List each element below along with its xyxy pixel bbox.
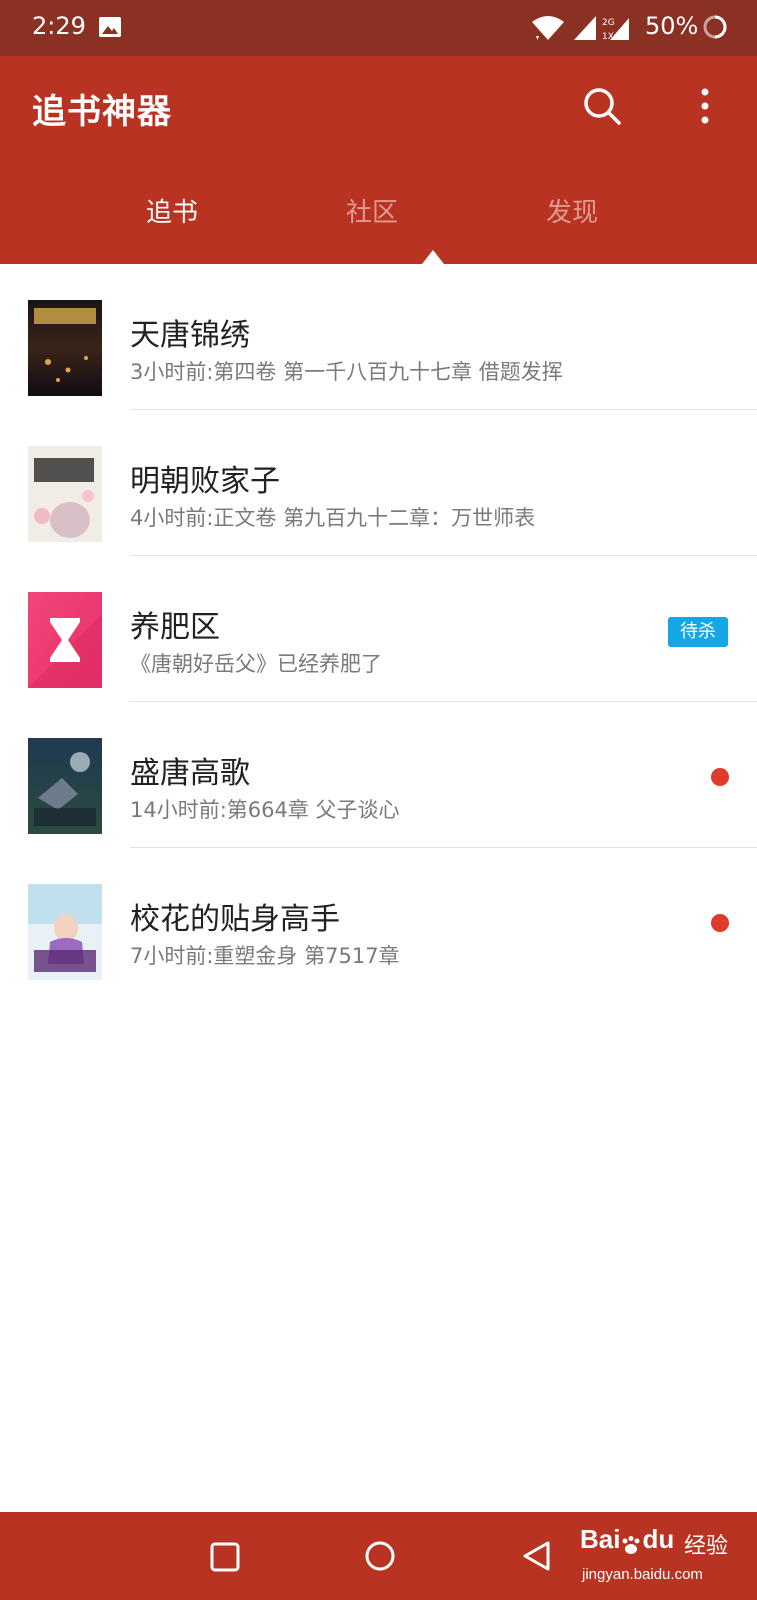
home-icon[interactable] bbox=[362, 1538, 398, 1574]
battery-percent: 50% bbox=[645, 12, 699, 40]
wifi-icon bbox=[532, 16, 564, 40]
svg-text:2G: 2G bbox=[602, 18, 615, 28]
tab-faxian[interactable]: 发现 bbox=[482, 192, 662, 229]
tab-zhuishu[interactable]: 追书 bbox=[82, 192, 262, 229]
unread-dot bbox=[711, 768, 729, 786]
book-title: 盛唐高歌 bbox=[130, 756, 250, 791]
signal-icon bbox=[574, 16, 596, 40]
back-icon[interactable] bbox=[520, 1538, 554, 1574]
watermark-url: jingyan.baidu.com bbox=[582, 1566, 703, 1583]
book-row-xiaohua[interactable]: 校花的贴身高手 7小时前:重塑金身 第7517章 bbox=[0, 848, 757, 994]
image-icon bbox=[99, 17, 121, 37]
book-update: 7小时前:重塑金身 第7517章 bbox=[130, 944, 400, 968]
book-row-yangfeiqu[interactable]: 养肥区 《唐朝好岳父》已经养肥了 待杀 bbox=[0, 556, 757, 702]
book-cover bbox=[28, 300, 102, 396]
battery-icon bbox=[703, 15, 727, 39]
book-title: 养肥区 bbox=[130, 610, 220, 645]
book-list: 天唐锦绣 3小时前:第四卷 第一千八百九十七章 借题发挥 明朝败家子 4小时前:… bbox=[0, 264, 757, 994]
search-icon[interactable] bbox=[582, 86, 622, 126]
book-cover bbox=[28, 884, 102, 980]
book-row-shengtang[interactable]: 盛唐高歌 14小时前:第664章 父子谈心 bbox=[0, 702, 757, 848]
book-update: 14小时前:第664章 父子谈心 bbox=[130, 798, 400, 822]
watermark-brand: Bai du bbox=[580, 1524, 675, 1555]
baidu-paw-icon bbox=[620, 1531, 642, 1555]
hourglass-icon bbox=[28, 592, 102, 688]
status-time: 2:29 bbox=[32, 12, 86, 40]
book-title: 校花的贴身高手 bbox=[130, 902, 340, 937]
more-vert-icon[interactable] bbox=[690, 86, 720, 126]
watermark-label: 经验 bbox=[684, 1534, 729, 1559]
tab-shequ[interactable]: 社区 bbox=[282, 192, 462, 229]
book-row-tiantang[interactable]: 天唐锦绣 3小时前:第四卷 第一千八百九十七章 借题发挥 bbox=[0, 264, 757, 410]
status-bar: 2:29 2G 1X 50% bbox=[0, 0, 757, 56]
book-row-mingchao[interactable]: 明朝败家子 4小时前:正文卷 第九百九十二章：万世师表 bbox=[0, 410, 757, 556]
app-bar: 追书神器 追书 社区 发现 bbox=[0, 56, 757, 264]
book-update: 《唐朝好岳父》已经养肥了 bbox=[130, 652, 382, 676]
system-nav-bar: Bai du 经验 jingyan.baidu.com bbox=[0, 1512, 757, 1600]
book-title: 明朝败家子 bbox=[130, 464, 280, 499]
svg-text:1X: 1X bbox=[602, 32, 614, 42]
signal-2g-icon: 2G 1X bbox=[602, 18, 629, 42]
app-title: 追书神器 bbox=[32, 92, 172, 132]
book-cover bbox=[28, 446, 102, 542]
book-update: 4小时前:正文卷 第九百九十二章：万世师表 bbox=[130, 506, 536, 530]
book-cover bbox=[28, 738, 102, 834]
recent-apps-icon[interactable] bbox=[208, 1540, 242, 1574]
baidu-jingyan-watermark: Bai du 经验 jingyan.baidu.com bbox=[580, 1518, 750, 1596]
active-tab-indicator bbox=[422, 250, 444, 264]
book-update: 3小时前:第四卷 第一千八百九十七章 借题发挥 bbox=[130, 360, 563, 384]
pending-badge: 待杀 bbox=[668, 617, 728, 647]
unread-dot bbox=[711, 914, 729, 932]
book-title: 天唐锦绣 bbox=[130, 318, 250, 353]
